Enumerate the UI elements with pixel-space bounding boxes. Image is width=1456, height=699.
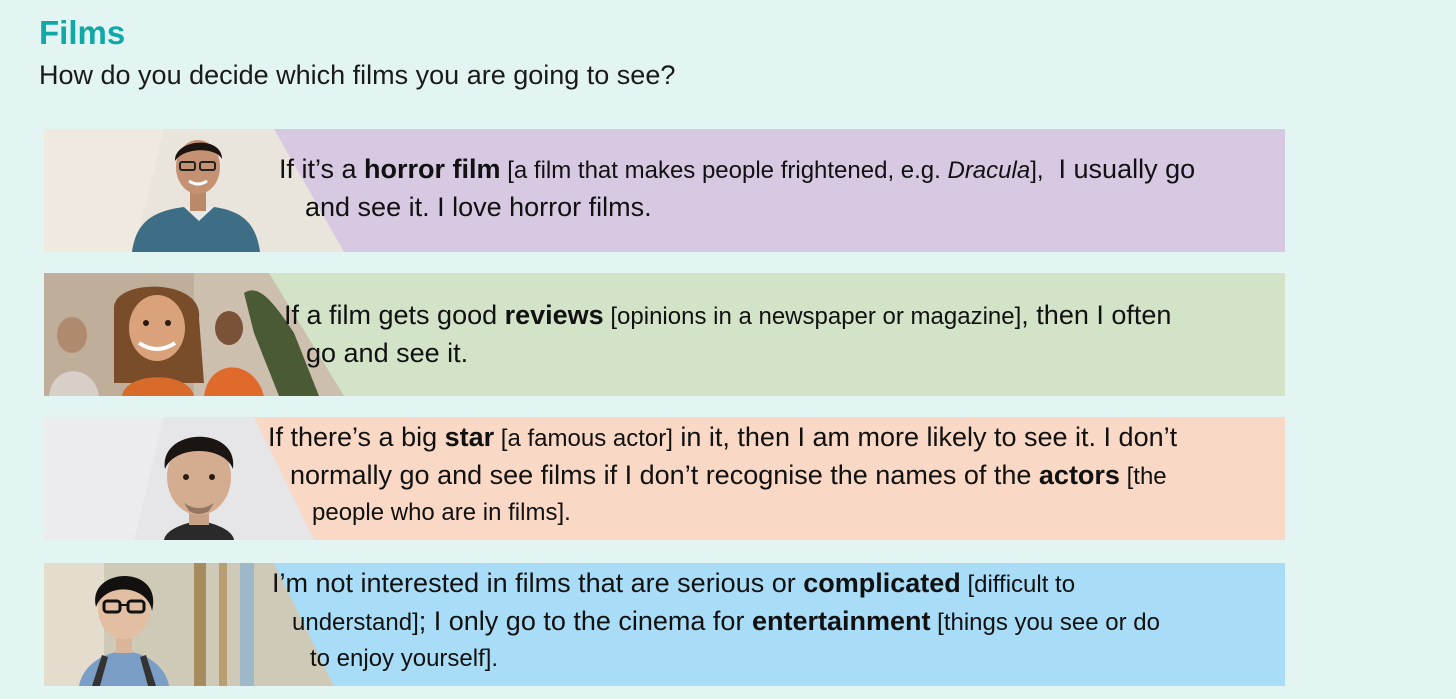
text-span: , then I often xyxy=(1021,300,1172,330)
text-span: normally go and see films if I don’t rec… xyxy=(290,460,1039,490)
example-title: Dracula xyxy=(947,157,1031,184)
opinion-card-star: If there’s a big star [a famous actor] i… xyxy=(44,417,1285,540)
card-line: go and see it. xyxy=(306,338,469,368)
text-span: If a film gets good xyxy=(284,300,505,330)
text-span: I usually go xyxy=(1043,154,1196,184)
opinion-card-horror: If it’s a horror film [a film that makes… xyxy=(44,129,1285,252)
text-span: I’m not interested in films that are ser… xyxy=(272,568,804,598)
text-span: If there’s a big xyxy=(268,422,445,452)
text-span: in it, then I am more likely to see it. … xyxy=(672,422,1178,452)
definition: [the xyxy=(1119,463,1167,490)
card-line: to enjoy yourself]. xyxy=(310,645,499,672)
card-line: understand]; I only go to the cinema for… xyxy=(272,603,1160,641)
page-title: Films xyxy=(39,14,126,51)
definition: [difficult to xyxy=(960,571,1076,598)
keyword: entertainment xyxy=(751,606,931,636)
card-line: and see it. I love horror films. xyxy=(305,192,652,222)
definition: [a film that makes people frightened, e.… xyxy=(500,157,1044,184)
card-line: people who are in films]. xyxy=(312,499,571,526)
card-line: normally go and see films if I don’t rec… xyxy=(268,457,1177,495)
card-line: If a film gets good reviews [opinions in… xyxy=(284,297,1171,335)
keyword: star xyxy=(444,422,495,452)
keyword: horror film xyxy=(364,154,501,184)
definition: [a famous actor] xyxy=(494,425,673,452)
card-line: I’m not interested in films that are ser… xyxy=(272,565,1160,603)
definition-text: ], xyxy=(1030,157,1044,184)
definition: [things you see or do xyxy=(930,609,1160,636)
definition-text: [a film that makes people frightened, e.… xyxy=(500,157,948,184)
keyword: complicated xyxy=(803,568,961,598)
text-span: If it’s a xyxy=(279,154,365,184)
definition: [opinions in a newspaper or magazine] xyxy=(603,303,1022,330)
text-span: ; I only go to the cinema for xyxy=(418,606,752,636)
card-line: If it’s a horror film [a film that makes… xyxy=(279,151,1195,189)
page-subtitle: How do you decide which films you are go… xyxy=(39,60,676,90)
opinion-card-reviews: If a film gets good reviews [opinions in… xyxy=(44,273,1285,396)
keyword: reviews xyxy=(504,300,604,330)
card-line: If there’s a big star [a famous actor] i… xyxy=(268,419,1177,457)
opinion-card-entertainment: I’m not interested in films that are ser… xyxy=(44,563,1285,686)
keyword: actors xyxy=(1038,460,1120,490)
definition: understand] xyxy=(292,609,419,636)
